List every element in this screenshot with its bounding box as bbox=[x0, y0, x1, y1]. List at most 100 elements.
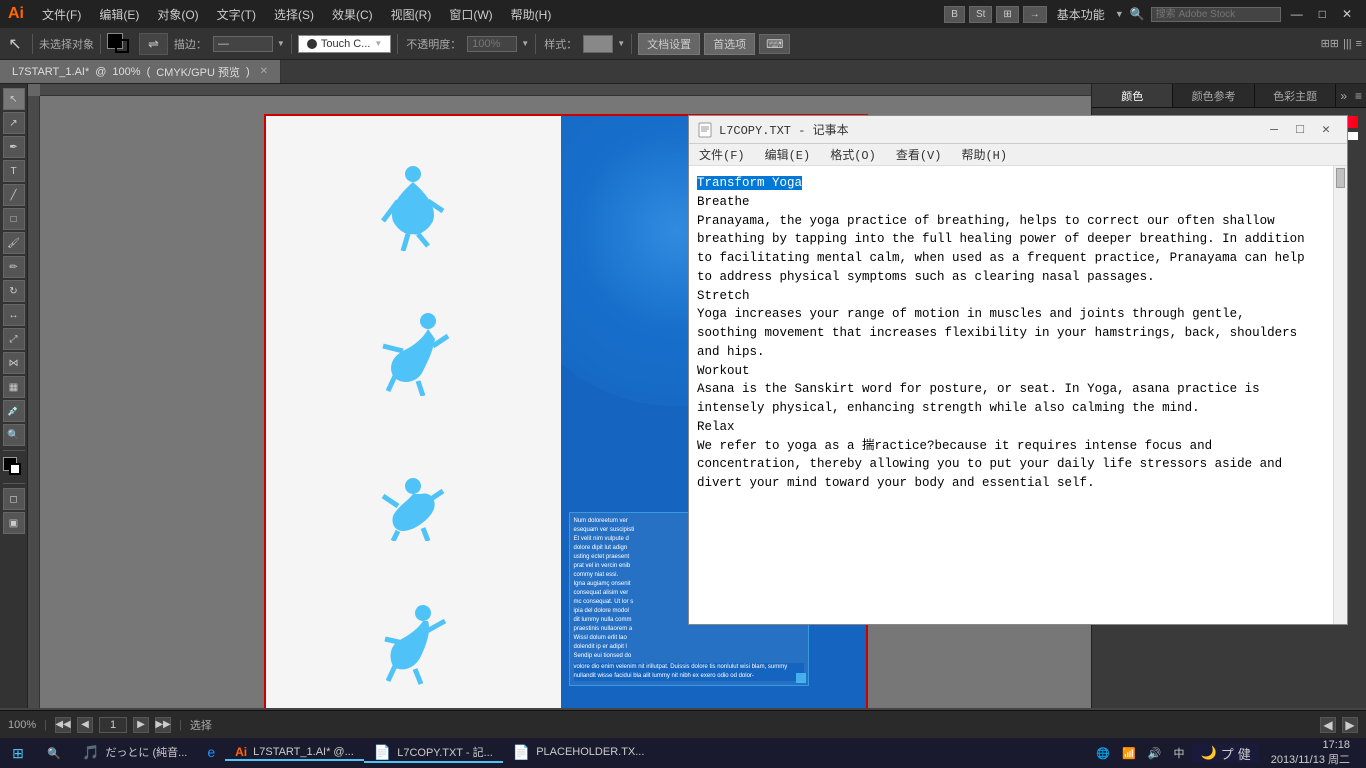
np-menu-file[interactable]: 文件(F) bbox=[689, 144, 755, 165]
pen-tool[interactable]: ✒ bbox=[3, 136, 25, 158]
taskbar-app-music[interactable]: 🎵 だっとに (純音... bbox=[72, 744, 197, 763]
np-menu-help[interactable]: 帮助(H) bbox=[951, 144, 1017, 165]
paintbrush-tool[interactable]: 🖌 bbox=[3, 232, 25, 254]
ime-icon[interactable]: 中 bbox=[1169, 745, 1188, 761]
extra-btn[interactable]: ⌨ bbox=[759, 34, 790, 54]
toolbar-right: ⊞⊞ ||| ≡ bbox=[1321, 37, 1362, 50]
style-preview[interactable] bbox=[583, 35, 613, 53]
screen-mode-icon[interactable]: ▣ bbox=[3, 512, 25, 534]
prev-page-btn[interactable]: ◀◀ bbox=[55, 717, 71, 733]
scrollbar-thumb[interactable] bbox=[1336, 168, 1345, 188]
stroke-input[interactable] bbox=[213, 36, 273, 52]
np-menu-edit[interactable]: 编辑(E) bbox=[755, 144, 821, 165]
menu-edit[interactable]: 编辑(E) bbox=[91, 4, 147, 25]
notepad-scrollbar[interactable] bbox=[1333, 166, 1347, 624]
panel-menu-btn[interactable]: ≡ bbox=[1351, 84, 1366, 107]
gradient-tool[interactable]: ▦ bbox=[3, 376, 25, 398]
notepad-close-btn[interactable]: ✕ bbox=[1313, 116, 1339, 143]
menu-extra-icon[interactable]: ≡ bbox=[1356, 38, 1362, 50]
divider4 bbox=[397, 34, 398, 54]
grid-icon[interactable]: ⊞ bbox=[996, 6, 1018, 23]
type-tool[interactable]: T bbox=[3, 160, 25, 182]
taskbar-app-ie[interactable]: e bbox=[197, 744, 225, 762]
top-ruler: // ruler ticks bbox=[40, 84, 1091, 96]
zoom-prev-btn[interactable]: ◀ bbox=[1320, 717, 1336, 733]
menu-file[interactable]: 文件(F) bbox=[34, 4, 89, 25]
stock-search-input[interactable] bbox=[1151, 7, 1281, 22]
pencil-tool[interactable]: ✏ bbox=[3, 256, 25, 278]
wifi-icon[interactable]: 📶 bbox=[1118, 747, 1140, 760]
stroke-color-box[interactable] bbox=[115, 39, 129, 53]
doc-settings-button[interactable]: 文档设置 bbox=[638, 33, 700, 55]
panel-icon[interactable]: ||| bbox=[1343, 38, 1352, 50]
menu-object[interactable]: 对象(O) bbox=[149, 4, 206, 25]
text-box-handle[interactable] bbox=[796, 673, 806, 683]
reflect-tool[interactable]: ↔ bbox=[3, 304, 25, 326]
prev-btn[interactable]: ◀ bbox=[77, 717, 93, 733]
tab-close-button[interactable]: ✕ bbox=[260, 66, 268, 77]
blend-tool[interactable]: ⋈ bbox=[3, 352, 25, 374]
selection-tool-icon[interactable]: ↖ bbox=[4, 33, 26, 55]
stroke-arrows-btn[interactable]: ⇌ bbox=[139, 33, 168, 55]
tab-bar: L7START_1.AI* @ 100% ( CMYK/GPU 预览 ) ✕ bbox=[0, 60, 1366, 84]
preferences-button[interactable]: 首选项 bbox=[704, 33, 755, 55]
zoom-value: 100% bbox=[8, 719, 36, 731]
zoom-next-btn[interactable]: ▶ bbox=[1342, 717, 1358, 733]
ime-mode-display[interactable]: 🌙 プ 健 bbox=[1192, 744, 1258, 763]
menu-select[interactable]: 选择(S) bbox=[266, 4, 322, 25]
document-tab[interactable]: L7START_1.AI* @ 100% ( CMYK/GPU 预览 ) ✕ bbox=[0, 60, 281, 83]
page-number-input[interactable] bbox=[99, 717, 127, 733]
taskbar-app-illustrator[interactable]: Ai L7START_1.AI* @... bbox=[225, 745, 364, 761]
eyedropper-tool[interactable]: 💉 bbox=[3, 400, 25, 422]
menu-effect[interactable]: 效果(C) bbox=[324, 4, 381, 25]
stroke-dropdown-arrow: ▼ bbox=[277, 39, 285, 48]
np-menu-view[interactable]: 查看(V) bbox=[886, 144, 952, 165]
workspace-label[interactable]: 基本功能 bbox=[1051, 4, 1111, 25]
rotate-tool[interactable]: ↻ bbox=[3, 280, 25, 302]
menu-window[interactable]: 窗口(W) bbox=[441, 4, 500, 25]
zoom-tool[interactable]: 🔍 bbox=[3, 424, 25, 446]
np-menu-format[interactable]: 格式(O) bbox=[820, 144, 886, 165]
color-ref-tab[interactable]: 颜色参考 bbox=[1173, 84, 1254, 107]
opacity-input[interactable] bbox=[467, 36, 517, 52]
taskbar-search-btn[interactable]: 🔍 bbox=[36, 738, 72, 768]
stock-icon[interactable]: St bbox=[969, 6, 992, 23]
scale-tool[interactable]: ⤢ bbox=[3, 328, 25, 350]
grid-layout-icon[interactable]: ⊞⊞ bbox=[1321, 37, 1339, 50]
bridge-icon[interactable]: B bbox=[944, 6, 965, 23]
tab-zoom: @ bbox=[95, 66, 106, 78]
direct-select-tool[interactable]: ↗ bbox=[3, 112, 25, 134]
volume-icon[interactable]: 🔊 bbox=[1144, 747, 1166, 760]
color-indicator[interactable] bbox=[3, 457, 25, 477]
taskbar-app-placeholder[interactable]: 📄 PLACEHOLDER.TX... bbox=[503, 744, 655, 763]
network-icon[interactable]: 🌐 bbox=[1092, 747, 1114, 760]
tool-divider2 bbox=[3, 483, 25, 484]
line-tool[interactable]: ╱ bbox=[3, 184, 25, 206]
next-btn[interactable]: ▶ bbox=[133, 717, 149, 733]
menu-help[interactable]: 帮助(H) bbox=[503, 4, 560, 25]
next-page-btn[interactable]: ▶▶ bbox=[155, 717, 171, 733]
select-tool[interactable]: ↖ bbox=[3, 88, 25, 110]
notepad-body: Transform Yoga Breathe Pranayama, the yo… bbox=[689, 166, 1347, 624]
rect-tool[interactable]: □ bbox=[3, 208, 25, 230]
window-close[interactable]: ✕ bbox=[1336, 5, 1358, 23]
ie-icon: e bbox=[207, 744, 215, 760]
arrow-icon[interactable]: → bbox=[1023, 6, 1047, 23]
menu-text[interactable]: 文字(T) bbox=[209, 4, 264, 25]
panel-expand-btn[interactable]: » bbox=[1336, 84, 1351, 107]
notepad-text-area[interactable]: Transform Yoga Breathe Pranayama, the yo… bbox=[689, 166, 1333, 624]
no-selection-label: 未选择对象 bbox=[39, 36, 94, 52]
color-tab[interactable]: 颜色 bbox=[1092, 84, 1173, 107]
menu-view[interactable]: 视图(R) bbox=[383, 4, 440, 25]
window-maximize[interactable]: □ bbox=[1313, 5, 1332, 23]
window-minimize[interactable]: — bbox=[1285, 5, 1309, 23]
draw-mode-icon[interactable]: ◻ bbox=[3, 488, 25, 510]
taskbar-app-notepad[interactable]: 📄 L7COPY.TXT - 記... bbox=[364, 744, 503, 763]
system-clock[interactable]: 17:18 2013/11/13 周二 bbox=[1263, 738, 1358, 768]
notepad-minimize-btn[interactable]: — bbox=[1261, 116, 1287, 143]
color-theme-tab[interactable]: 色彩主题 bbox=[1255, 84, 1336, 107]
notepad-maximize-btn[interactable]: □ bbox=[1287, 116, 1313, 143]
canvas-left-panel bbox=[266, 116, 561, 708]
touch-brush-button[interactable]: Touch C... ▼ bbox=[298, 35, 391, 53]
start-button[interactable]: ⊞ bbox=[0, 738, 36, 768]
